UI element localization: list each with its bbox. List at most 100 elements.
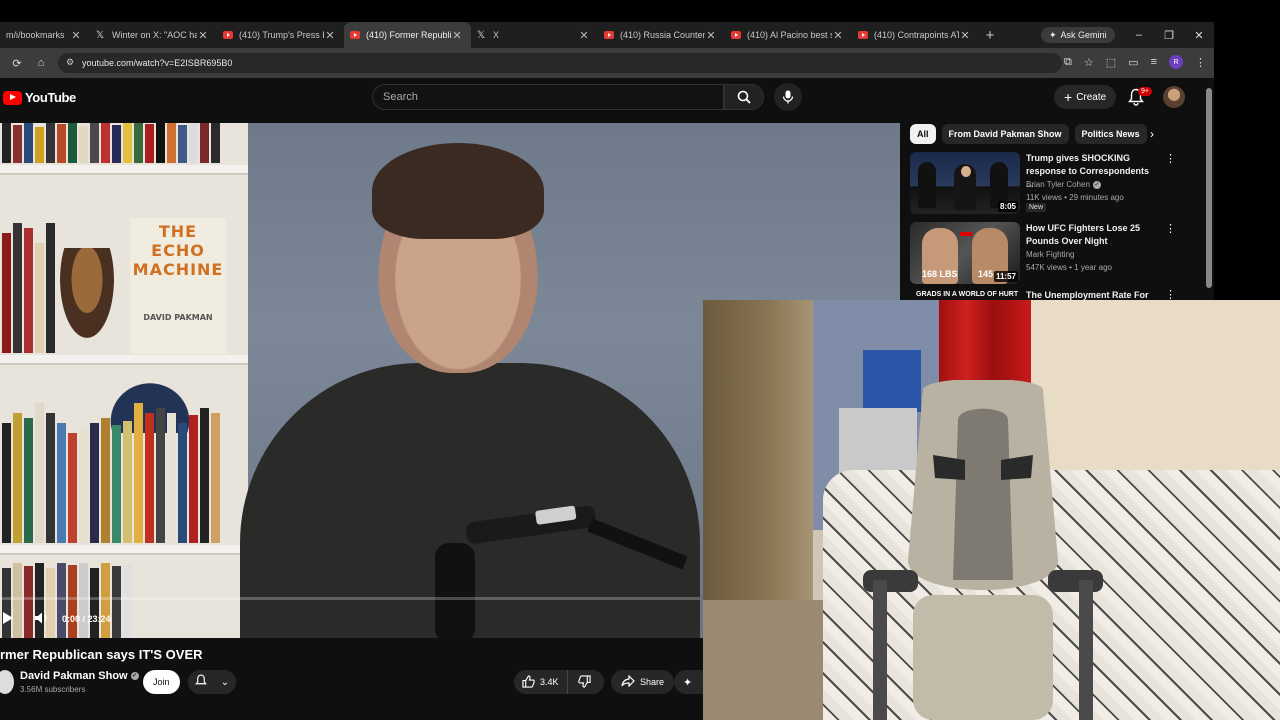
browser-tab[interactable]: 𝕏 X ✕	[471, 22, 598, 48]
presenter-hair	[372, 143, 544, 239]
recommendation-item[interactable]: 8:05 Trump gives SHOCKING response to Co…	[910, 152, 1210, 218]
tab-strip: m/i/bookmarks ✕ 𝕏 Winter on X: "AOC has …	[0, 22, 1214, 48]
recommendation-meta: 547K views • 1 year ago	[1026, 263, 1112, 272]
thumbs-down-icon	[577, 674, 591, 690]
site-info-icon[interactable]: ⚙	[66, 57, 74, 68]
youtube-logo[interactable]: YouTube	[3, 90, 76, 105]
close-window-icon[interactable]: ✕	[1184, 22, 1214, 48]
recommendation-channel[interactable]: Brian Tyler Cohen ✓	[1026, 180, 1101, 189]
book-row	[0, 403, 248, 543]
bookmark-star-icon[interactable]: ☆	[1084, 56, 1094, 69]
browser-tab[interactable]: (410) Trump's Press Din ✕	[217, 22, 344, 48]
video-title: rmer Republican says IT'S OVER	[0, 647, 203, 662]
x-icon: 𝕏	[96, 29, 105, 41]
echo-machine-book: THE ECHO MACHINE DAVID PAKMAN	[130, 218, 226, 354]
thumb-caption: 168 LBS	[922, 269, 958, 279]
video-thumbnail[interactable]: 168 LBS 145 11:57	[910, 222, 1020, 284]
recommendation-item[interactable]: GRADS IN A WORLD OF HURT The Unemploymen…	[910, 290, 1210, 300]
chevron-right-icon[interactable]: ›	[1150, 127, 1154, 141]
verified-icon: ✓	[130, 672, 139, 681]
video-progress-bar[interactable]	[0, 597, 700, 600]
screen: m/i/bookmarks ✕ 𝕏 Winter on X: "AOC has …	[0, 0, 1280, 720]
shelf-board	[0, 165, 248, 175]
channel-text: Brian Tyler Cohen	[1026, 180, 1090, 189]
youtube-icon	[604, 31, 614, 39]
youtube-icon	[350, 31, 360, 39]
logo-text: YouTube	[25, 90, 76, 105]
channel-name[interactable]: David Pakman Show ✓	[20, 670, 139, 682]
account-avatar[interactable]	[1163, 86, 1185, 108]
notification-badge: 9+	[1138, 87, 1152, 96]
sparkle-icon: ✦	[683, 676, 693, 689]
browser-tab[interactable]: 𝕏 Winter on X: "AOC has ✕	[90, 22, 217, 48]
bell-icon	[194, 674, 207, 690]
close-icon[interactable]: ✕	[70, 29, 82, 42]
url-field[interactable]: ⚙ youtube.com/watch?v=E2ISBR695B0	[58, 53, 1062, 73]
more-options-icon[interactable]: ⋮	[1165, 290, 1176, 300]
ask-gemini-label: Ask Gemini	[1060, 30, 1107, 40]
more-options-icon[interactable]: ⋮	[1165, 222, 1176, 235]
close-icon[interactable]: ✕	[578, 29, 590, 42]
reload-icon[interactable]: ⟳	[5, 51, 29, 75]
chip-from-channel[interactable]: From David Pakman Show	[941, 124, 1069, 144]
tab-label: (410) Former Republica	[366, 30, 451, 40]
side-panel-icon[interactable]: ▭	[1128, 56, 1138, 69]
like-button[interactable]: 3.4K	[514, 670, 568, 694]
url-text: youtube.com/watch?v=E2ISBR695B0	[82, 58, 233, 68]
recommendation-title[interactable]: How UFC Fighters Lose 25 Pounds Over Nig…	[1026, 222, 1158, 248]
ask-ai-button[interactable]: ✦	[674, 670, 704, 694]
install-app-icon[interactable]: ⧉	[1064, 56, 1072, 69]
chip-all[interactable]: All	[910, 124, 936, 144]
shelf-board	[0, 355, 248, 365]
more-options-icon[interactable]: ⋮	[1165, 152, 1176, 165]
home-icon[interactable]: ⌂	[29, 51, 53, 75]
dislike-button[interactable]	[568, 674, 601, 690]
gemini-icon: ✦	[1049, 29, 1057, 40]
search-input[interactable]: Search	[372, 84, 724, 110]
channel-avatar[interactable]	[0, 670, 14, 694]
thumbs-up-icon	[522, 674, 535, 690]
search-button[interactable]	[724, 84, 764, 110]
tab-label: (410) Trump's Press Din	[239, 30, 324, 40]
volume-icon[interactable]	[34, 611, 50, 627]
shelf-board	[0, 545, 248, 555]
chip-politics-news[interactable]: Politics News	[1074, 124, 1147, 144]
profile-avatar[interactable]: R	[1169, 55, 1183, 69]
browser-tab-active[interactable]: (410) Former Republica ✕	[344, 22, 471, 48]
close-icon[interactable]: ✕	[324, 29, 336, 42]
plus-icon: +	[1064, 89, 1073, 105]
video-thumbnail[interactable]: 8:05	[910, 152, 1020, 214]
close-icon[interactable]: ✕	[451, 29, 463, 42]
close-icon[interactable]: ✕	[197, 29, 209, 42]
browser-tab[interactable]: (410) Contrapoints ATT ✕	[852, 22, 979, 48]
restore-icon[interactable]: ❐	[1154, 22, 1184, 48]
recommendation-channel[interactable]: Mark Fighting	[1026, 250, 1074, 259]
book-row	[0, 223, 60, 353]
play-icon[interactable]	[2, 611, 14, 627]
media-controls-icon[interactable]: ≡	[1151, 56, 1157, 68]
subscribed-dropdown[interactable]: ⌄	[188, 670, 236, 694]
close-icon[interactable]: ✕	[832, 29, 844, 42]
join-button[interactable]: Join	[143, 670, 180, 694]
minimize-icon[interactable]: –	[1124, 22, 1154, 48]
recommendation-title[interactable]: The Unemployment Rate For	[1026, 290, 1149, 300]
presenter	[230, 143, 700, 638]
new-tab-button[interactable]: +	[979, 27, 1001, 44]
browser-tab[interactable]: (410) Al Pacino best sp ✕	[725, 22, 852, 48]
share-button[interactable]: Share	[611, 670, 675, 694]
menu-icon[interactable]: ⋮	[1195, 56, 1206, 69]
ask-gemini-button[interactable]: ✦ Ask Gemini	[1041, 27, 1115, 43]
create-button[interactable]: + Create	[1054, 85, 1117, 109]
close-icon[interactable]: ✕	[959, 29, 971, 42]
voice-search-button[interactable]	[774, 83, 802, 111]
browser-tab[interactable]: (410) Russia Counterat ✕	[598, 22, 725, 48]
extensions-icon[interactable]: ⬚	[1106, 56, 1116, 69]
youtube-icon	[731, 31, 741, 39]
recommendation-item[interactable]: 168 LBS 145 11:57 How UFC Fighters Lose …	[910, 222, 1210, 288]
book-row	[0, 123, 248, 163]
youtube-icon	[858, 31, 868, 39]
browser-tab[interactable]: m/i/bookmarks ✕	[0, 22, 90, 48]
trophy	[60, 248, 114, 338]
tab-label: m/i/bookmarks	[6, 30, 65, 40]
close-icon[interactable]: ✕	[705, 29, 717, 42]
